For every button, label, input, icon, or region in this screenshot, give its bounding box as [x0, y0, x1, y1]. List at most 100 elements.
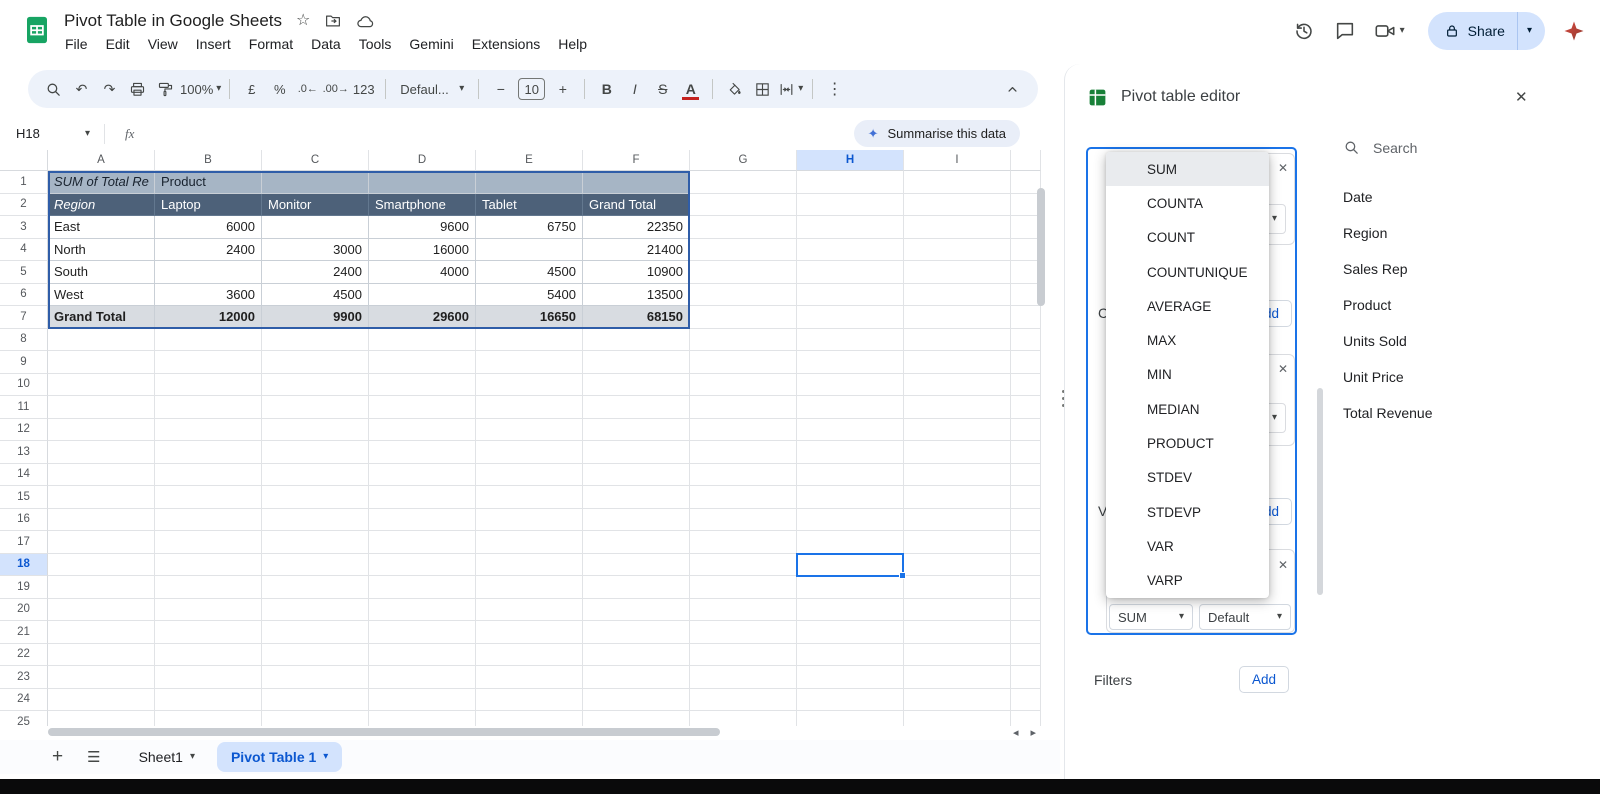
cell-G18[interactable] — [690, 553, 797, 576]
cell-F15[interactable] — [583, 486, 690, 509]
select-all-corner[interactable] — [0, 150, 48, 171]
cell-B12[interactable] — [155, 418, 262, 441]
menu-view[interactable]: View — [139, 34, 187, 54]
cell-D23[interactable] — [369, 666, 476, 689]
field-units-sold[interactable]: Units Sold — [1343, 329, 1433, 352]
cell-C3[interactable] — [262, 216, 369, 239]
cell-C16[interactable] — [262, 508, 369, 531]
cell-D21[interactable] — [369, 621, 476, 644]
row-header-20[interactable]: 20 — [0, 598, 48, 621]
field-product[interactable]: Product — [1343, 293, 1433, 316]
cell-H13[interactable] — [797, 441, 904, 464]
cell-B5[interactable] — [155, 261, 262, 284]
row-header-3[interactable]: 3 — [0, 216, 48, 239]
row-header-5[interactable]: 5 — [0, 261, 48, 284]
cell-F21[interactable] — [583, 621, 690, 644]
cell-H16[interactable] — [797, 508, 904, 531]
cell-F7[interactable]: 68150 — [583, 306, 690, 329]
cell-F12[interactable] — [583, 418, 690, 441]
version-history-icon[interactable] — [1292, 20, 1316, 42]
cell-G23[interactable] — [690, 666, 797, 689]
cell-B14[interactable] — [155, 463, 262, 486]
cell-H3[interactable] — [797, 216, 904, 239]
vertical-scrollbar[interactable] — [1037, 174, 1045, 714]
cell-H9[interactable] — [797, 351, 904, 374]
cell-D8[interactable] — [369, 328, 476, 351]
cell-E24[interactable] — [476, 688, 583, 711]
cell-D14[interactable] — [369, 463, 476, 486]
cell-C1[interactable] — [262, 171, 369, 194]
redo-button[interactable]: ↷ — [96, 76, 123, 103]
cell-A22[interactable] — [48, 643, 155, 666]
cell-G5[interactable] — [690, 261, 797, 284]
cell-C18[interactable] — [262, 553, 369, 576]
cell-H24[interactable] — [797, 688, 904, 711]
cell-F24[interactable] — [583, 688, 690, 711]
row-header-21[interactable]: 21 — [0, 621, 48, 644]
cell-I8[interactable] — [904, 328, 1011, 351]
cell-H25[interactable] — [797, 711, 904, 726]
close-panel-icon[interactable]: ✕ — [1515, 88, 1528, 106]
add-filter-button[interactable]: Add — [1238, 666, 1289, 693]
menu-file[interactable]: File — [56, 34, 97, 54]
cell-H6[interactable] — [797, 283, 904, 306]
cell-F22[interactable] — [583, 643, 690, 666]
cell-B1[interactable]: Product — [155, 171, 262, 194]
cell-C11[interactable] — [262, 396, 369, 419]
cell-E8[interactable] — [476, 328, 583, 351]
cell-E22[interactable] — [476, 643, 583, 666]
cell-A2[interactable]: Region — [48, 193, 155, 216]
remove-field-icon[interactable]: ✕ — [1278, 161, 1288, 175]
cell-G25[interactable] — [690, 711, 797, 726]
row-header-12[interactable]: 12 — [0, 418, 48, 441]
cell-G22[interactable] — [690, 643, 797, 666]
cell-B22[interactable] — [155, 643, 262, 666]
cell-I4[interactable] — [904, 238, 1011, 261]
cell-A3[interactable]: East — [48, 216, 155, 239]
cell-F23[interactable] — [583, 666, 690, 689]
cell-E19[interactable] — [476, 576, 583, 599]
menu-insert[interactable]: Insert — [187, 34, 240, 54]
cell-H7[interactable] — [797, 306, 904, 329]
cell-I9[interactable] — [904, 351, 1011, 374]
cell-D1[interactable] — [369, 171, 476, 194]
aggregation-option-varp[interactable]: VARP — [1106, 564, 1269, 598]
font-select[interactable]: Defaul... ▾ — [394, 76, 470, 103]
cell-B23[interactable] — [155, 666, 262, 689]
cell-G4[interactable] — [690, 238, 797, 261]
cell-E23[interactable] — [476, 666, 583, 689]
more-options-button[interactable]: ⋮ — [821, 76, 848, 103]
cell-C5[interactable]: 2400 — [262, 261, 369, 284]
cell-D17[interactable] — [369, 531, 476, 554]
cell-C25[interactable] — [262, 711, 369, 726]
cell-F5[interactable]: 10900 — [583, 261, 690, 284]
cell-I17[interactable] — [904, 531, 1011, 554]
cell-C22[interactable] — [262, 643, 369, 666]
cell-A4[interactable]: North — [48, 238, 155, 261]
cell-I5[interactable] — [904, 261, 1011, 284]
row-header-13[interactable]: 13 — [0, 441, 48, 464]
row-header-24[interactable]: 24 — [0, 688, 48, 711]
meet-button[interactable]: ▾ — [1374, 20, 1405, 42]
cell-E6[interactable]: 5400 — [476, 283, 583, 306]
row-header-25[interactable]: 25 — [0, 711, 48, 726]
cell-D10[interactable] — [369, 373, 476, 396]
cell-H5[interactable] — [797, 261, 904, 284]
move-folder-icon[interactable] — [324, 12, 342, 30]
borders-button[interactable] — [749, 76, 776, 103]
cell-E20[interactable] — [476, 598, 583, 621]
currency-format-button[interactable]: £ — [238, 76, 265, 103]
cell-D5[interactable]: 4000 — [369, 261, 476, 284]
cell-A14[interactable] — [48, 463, 155, 486]
cell-G3[interactable] — [690, 216, 797, 239]
cell-D7[interactable]: 29600 — [369, 306, 476, 329]
column-header-I[interactable]: I — [904, 150, 1011, 171]
cell-B20[interactable] — [155, 598, 262, 621]
cell-E15[interactable] — [476, 486, 583, 509]
cell-A7[interactable]: Grand Total — [48, 306, 155, 329]
cell-I2[interactable] — [904, 193, 1011, 216]
cell-I12[interactable] — [904, 418, 1011, 441]
column-header-C[interactable]: C — [262, 150, 369, 171]
cell-G10[interactable] — [690, 373, 797, 396]
cell-B17[interactable] — [155, 531, 262, 554]
